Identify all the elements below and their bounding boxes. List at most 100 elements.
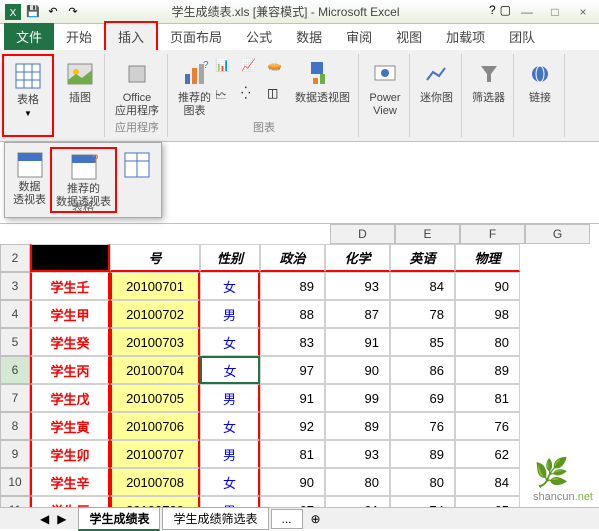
cell-score[interactable]: 90 — [455, 272, 520, 300]
cell-score[interactable]: 86 — [390, 356, 455, 384]
cell-name[interactable]: 学生辛 — [30, 468, 110, 496]
cell-score[interactable]: 89 — [260, 272, 325, 300]
header-name[interactable] — [30, 244, 110, 272]
cell-id[interactable]: 20100705 — [110, 384, 200, 412]
cell-score[interactable]: 81 — [455, 384, 520, 412]
table-button-popup[interactable] — [117, 147, 157, 213]
tab-file[interactable]: 文件 — [4, 23, 54, 50]
cell-score[interactable]: 99 — [325, 384, 390, 412]
row-header[interactable]: 9 — [0, 440, 30, 468]
tab-data[interactable]: 数据 — [284, 23, 334, 50]
cell-gender[interactable]: 女 — [200, 468, 260, 496]
cell-score[interactable]: 88 — [260, 300, 325, 328]
maximize-button[interactable]: □ — [543, 3, 567, 21]
cell-score[interactable]: 84 — [455, 468, 520, 496]
powerview-button[interactable]: Power View — [367, 56, 403, 120]
cell-name[interactable]: 学生丙 — [30, 356, 110, 384]
cell-gender[interactable]: 女 — [200, 412, 260, 440]
cell-score[interactable]: 98 — [455, 300, 520, 328]
cell-score[interactable]: 92 — [260, 412, 325, 440]
tab-team[interactable]: 团队 — [497, 23, 547, 50]
row-header[interactable]: 7 — [0, 384, 30, 412]
pivot-table-button[interactable]: 数据 透视表 — [9, 147, 50, 213]
redo-icon[interactable]: ↷ — [64, 3, 82, 21]
table-button[interactable]: 表格 ▼ — [10, 58, 46, 120]
cell-gender[interactable]: 男 — [200, 300, 260, 328]
line-chart-icon[interactable]: 📈 — [241, 58, 265, 84]
row-header[interactable]: 6 — [0, 356, 30, 384]
tab-formulas[interactable]: 公式 — [234, 23, 284, 50]
col-header-f[interactable]: F — [460, 224, 525, 244]
filter-button[interactable]: 筛选器 — [470, 56, 507, 107]
row-header[interactable]: 10 — [0, 468, 30, 496]
cell-id[interactable]: 20100707 — [110, 440, 200, 468]
cell-id[interactable]: 20100704 — [110, 356, 200, 384]
sheet-tab-other[interactable]: 学生成绩筛选表 — [162, 507, 268, 530]
col-header-d[interactable]: D — [330, 224, 395, 244]
cell-score[interactable]: 83 — [260, 328, 325, 356]
cell-score[interactable]: 97 — [260, 356, 325, 384]
cell-name[interactable]: 学生甲 — [30, 300, 110, 328]
row-header-2[interactable]: 2 — [0, 244, 30, 272]
header-english[interactable]: 英语 — [390, 244, 455, 272]
row-header[interactable]: 8 — [0, 412, 30, 440]
ribbon-collapse-icon[interactable]: ▢ — [500, 3, 511, 21]
close-button[interactable]: × — [571, 3, 595, 21]
tab-view[interactable]: 视图 — [384, 23, 434, 50]
cell-gender[interactable]: 男 — [200, 440, 260, 468]
cell-id[interactable]: 20100703 — [110, 328, 200, 356]
bar-chart-icon[interactable]: 📊 — [215, 58, 239, 84]
other-chart-icon[interactable]: ◫ — [267, 86, 291, 119]
cell-id[interactable]: 20100708 — [110, 468, 200, 496]
cell-score[interactable]: 91 — [325, 328, 390, 356]
scatter-chart-icon[interactable]: ⁛ — [241, 86, 265, 119]
cell-score[interactable]: 80 — [325, 468, 390, 496]
row-header[interactable]: 3 — [0, 272, 30, 300]
cell-score[interactable]: 91 — [260, 384, 325, 412]
cell-score[interactable]: 84 — [390, 272, 455, 300]
cell-name[interactable]: 学生寅 — [30, 412, 110, 440]
cell-score[interactable]: 78 — [390, 300, 455, 328]
cell-score[interactable]: 81 — [260, 440, 325, 468]
tab-addins[interactable]: 加载项 — [434, 23, 497, 50]
cell-id[interactable]: 20100702 — [110, 300, 200, 328]
office-apps-button[interactable]: Office 应用程序 — [113, 56, 161, 120]
col-header-g[interactable]: G — [525, 224, 590, 244]
sheet-nav-next-icon[interactable]: ▶ — [57, 512, 66, 526]
tab-insert[interactable]: 插入 — [104, 21, 158, 50]
sheet-nav-prev-icon[interactable]: ◀ — [40, 512, 49, 526]
help-icon[interactable]: ? — [489, 3, 496, 21]
cell-score[interactable]: 69 — [390, 384, 455, 412]
header-politics[interactable]: 政治 — [260, 244, 325, 272]
new-sheet-icon[interactable]: ⊕ — [311, 512, 321, 526]
pivot-chart-button[interactable]: 数据透视图 — [293, 56, 352, 120]
sheet-tab-more[interactable]: ... — [271, 509, 303, 529]
cell-id[interactable]: 20100701 — [110, 272, 200, 300]
cell-gender[interactable]: 女 — [200, 272, 260, 300]
cell-gender[interactable]: 男 — [200, 384, 260, 412]
sheet-tab-active[interactable]: 学生成绩表 — [78, 507, 160, 531]
undo-icon[interactable]: ↶ — [44, 3, 62, 21]
cell-score[interactable]: 89 — [455, 356, 520, 384]
rec-charts-button[interactable]: ? 推荐的 图表 — [176, 56, 213, 120]
cell-score[interactable]: 90 — [260, 468, 325, 496]
pie-chart-icon[interactable]: 🥧 — [267, 58, 291, 84]
cell-name[interactable]: 学生癸 — [30, 328, 110, 356]
cell-score[interactable]: 93 — [325, 272, 390, 300]
illustrations-button[interactable]: 插图 — [62, 56, 98, 107]
cell-name[interactable]: 学生卯 — [30, 440, 110, 468]
col-header-e[interactable]: E — [395, 224, 460, 244]
cell-score[interactable]: 89 — [325, 412, 390, 440]
sparkline-button[interactable]: 迷你图 — [418, 56, 455, 107]
cell-score[interactable]: 80 — [455, 328, 520, 356]
cell-name[interactable]: 学生戊 — [30, 384, 110, 412]
cell-name[interactable]: 学生壬 — [30, 272, 110, 300]
tab-home[interactable]: 开始 — [54, 23, 104, 50]
cell-score[interactable]: 62 — [455, 440, 520, 468]
link-button[interactable]: 链接 — [522, 56, 558, 107]
header-chemistry[interactable]: 化学 — [325, 244, 390, 272]
tab-review[interactable]: 审阅 — [334, 23, 384, 50]
cell-score[interactable]: 90 — [325, 356, 390, 384]
save-icon[interactable]: 💾 — [24, 3, 42, 21]
tab-pagelayout[interactable]: 页面布局 — [158, 23, 234, 50]
